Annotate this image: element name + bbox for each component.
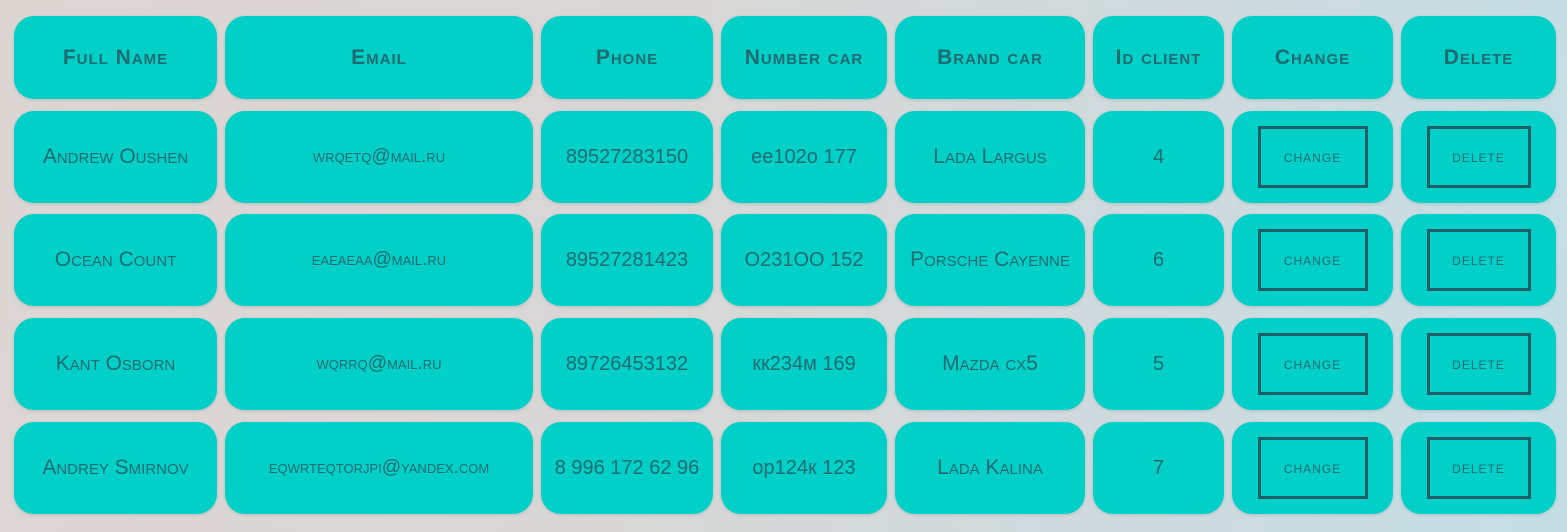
change-button[interactable]: change bbox=[1257, 125, 1368, 188]
cell-id-client: 6 bbox=[1093, 214, 1224, 307]
cell-id-client: 4 bbox=[1093, 110, 1224, 203]
cell-brand-car: Porsche Cayenne bbox=[895, 214, 1085, 307]
cell-change: change bbox=[1232, 214, 1393, 307]
change-button[interactable]: change bbox=[1257, 436, 1368, 499]
delete-button[interactable]: delete bbox=[1426, 436, 1531, 499]
cell-email: wrqetq@mail.ru bbox=[225, 110, 533, 203]
cell-delete: delete bbox=[1401, 214, 1556, 307]
delete-button[interactable]: delete bbox=[1426, 229, 1531, 292]
header-brand-car: Brand car bbox=[895, 16, 1085, 99]
cell-change: change bbox=[1232, 421, 1393, 514]
cell-email: wqrrq@mail.ru bbox=[225, 318, 533, 411]
cell-delete: delete bbox=[1401, 110, 1556, 203]
cell-id-client: 7 bbox=[1093, 421, 1224, 514]
cell-number-car: O231OO 152 bbox=[721, 214, 887, 307]
cell-full-name: Ocean Count bbox=[14, 214, 217, 307]
cell-phone: 89726453132 bbox=[541, 318, 713, 411]
header-full-name: Full Name bbox=[14, 16, 217, 99]
cell-number-car: ее102о 177 bbox=[721, 110, 887, 203]
cell-full-name: Kant Osborn bbox=[14, 318, 217, 411]
cell-brand-car: Mazda cx5 bbox=[895, 318, 1085, 411]
cell-brand-car: Lada Largus bbox=[895, 110, 1085, 203]
cell-phone: 89527283150 bbox=[541, 110, 713, 203]
cell-number-car: кк234м 169 bbox=[721, 318, 887, 411]
cell-number-car: ор124к 123 bbox=[721, 421, 887, 514]
delete-button[interactable]: delete bbox=[1426, 333, 1531, 396]
cell-brand-car: Lada Kalina bbox=[895, 421, 1085, 514]
cell-change: change bbox=[1232, 318, 1393, 411]
cell-full-name: Andrey Smirnov bbox=[14, 421, 217, 514]
cell-email: eaeaeaa@mail.ru bbox=[225, 214, 533, 307]
header-change: Change bbox=[1232, 16, 1393, 99]
cell-id-client: 5 bbox=[1093, 318, 1224, 411]
cell-delete: delete bbox=[1401, 421, 1556, 514]
header-phone: Phone bbox=[541, 16, 713, 99]
cell-change: change bbox=[1232, 110, 1393, 203]
header-id-client: Id client bbox=[1093, 16, 1224, 99]
header-email: Email bbox=[225, 16, 533, 99]
cell-email: eqwrteqtorjpi@yandex.com bbox=[225, 421, 533, 514]
cell-phone: 8 996 172 62 96 bbox=[541, 421, 713, 514]
clients-table: Full Name Email Phone Number car Brand c… bbox=[14, 16, 1556, 514]
header-number-car: Number car bbox=[721, 16, 887, 99]
header-delete: Delete bbox=[1401, 16, 1556, 99]
change-button[interactable]: change bbox=[1257, 229, 1368, 292]
delete-button[interactable]: delete bbox=[1426, 125, 1531, 188]
cell-full-name: Andrew Oushen bbox=[14, 110, 217, 203]
change-button[interactable]: change bbox=[1257, 333, 1368, 396]
cell-delete: delete bbox=[1401, 318, 1556, 411]
cell-phone: 89527281423 bbox=[541, 214, 713, 307]
